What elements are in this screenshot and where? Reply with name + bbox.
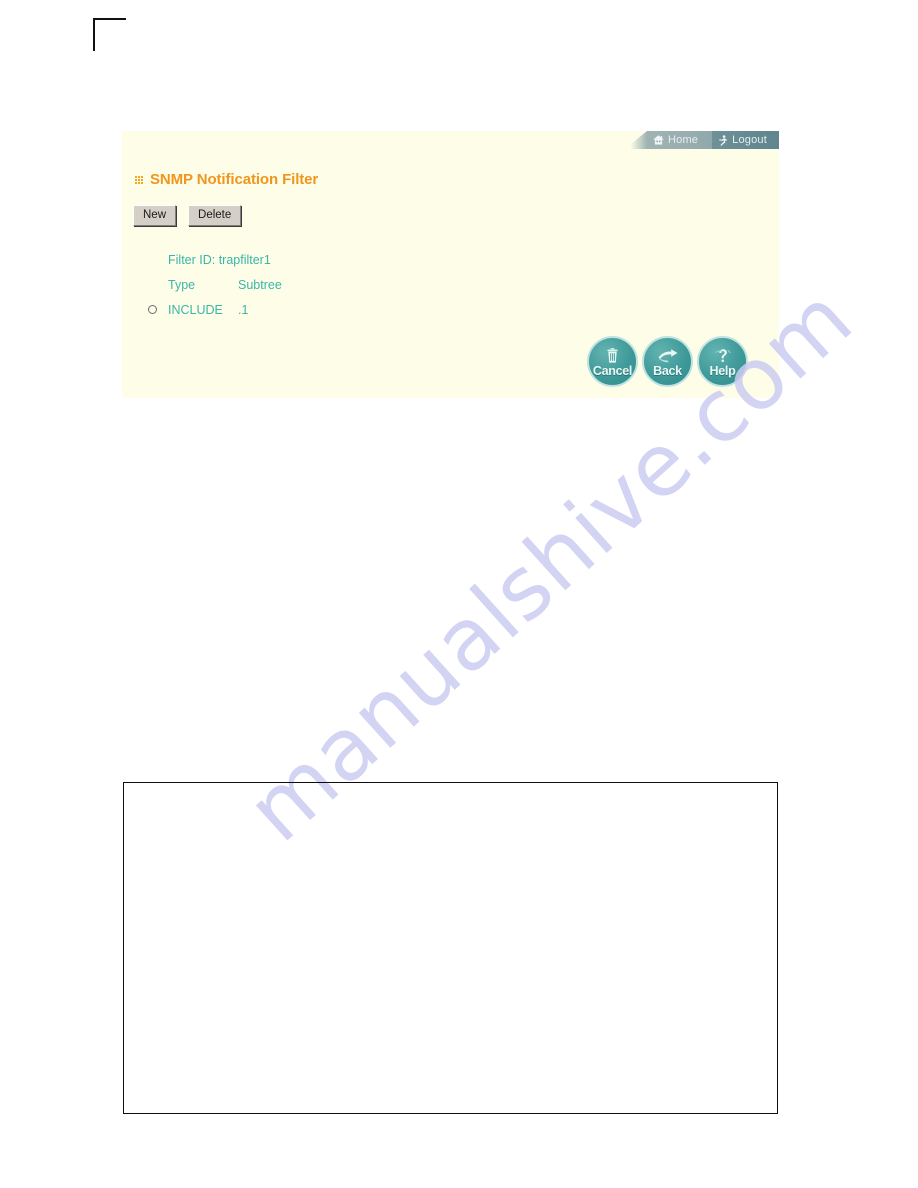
page-title: SNMP Notification Filter — [135, 171, 318, 188]
cancel-button-label: Cancel — [592, 363, 633, 378]
cell-type: INCLUDE — [168, 302, 223, 317]
back-button-label: Back — [653, 363, 682, 378]
top-navigation-bar: Home Logout — [624, 131, 779, 149]
help-button[interactable]: Help — [697, 336, 748, 387]
grid-dots-icon — [135, 175, 143, 184]
new-button[interactable]: New — [133, 205, 177, 226]
home-link[interactable]: Home — [646, 131, 713, 149]
house-icon — [653, 135, 664, 145]
home-link-label: Home — [667, 134, 699, 146]
trash-icon — [605, 347, 620, 364]
hand-pointer-icon — [657, 347, 679, 364]
round-action-buttons: Cancel Back Help — [587, 336, 748, 387]
filter-id-label: Filter ID: trapfilter1 — [168, 252, 271, 267]
page-title-label: SNMP Notification Filter — [150, 171, 319, 188]
filter-table-header-row: Type Subtree — [136, 272, 282, 297]
cell-subtree: .1 — [238, 302, 249, 317]
bottom-content-box — [123, 782, 778, 1114]
logout-link-label: Logout — [732, 134, 767, 146]
cancel-button[interactable]: Cancel — [587, 336, 638, 387]
column-header-type: Type — [168, 277, 196, 292]
crop-mark — [93, 18, 126, 51]
crop-mark-vertical — [93, 18, 95, 51]
filter-id-row: Filter ID: trapfilter1 — [136, 247, 282, 272]
delete-button[interactable]: Delete — [188, 205, 242, 226]
running-person-icon — [718, 134, 728, 146]
filter-row-radio[interactable] — [147, 305, 157, 314]
back-button[interactable]: Back — [642, 336, 693, 387]
action-button-row: New Delete — [133, 205, 242, 226]
column-header-subtree: Subtree — [238, 277, 282, 292]
help-button-label: Help — [709, 363, 736, 378]
table-row[interactable]: INCLUDE .1 — [136, 297, 282, 322]
filter-details: Filter ID: trapfilter1 Type Subtree INCL… — [136, 247, 282, 322]
logout-link[interactable]: Logout — [712, 131, 779, 149]
snmp-notification-filter-panel: Home Logout SNMP Notification Filter New… — [122, 131, 779, 398]
nav-bar-skew-decoration — [624, 131, 647, 149]
filter-row-radio-cell — [136, 305, 168, 314]
crop-mark-horizontal — [93, 18, 126, 20]
question-mark-icon — [714, 347, 731, 364]
